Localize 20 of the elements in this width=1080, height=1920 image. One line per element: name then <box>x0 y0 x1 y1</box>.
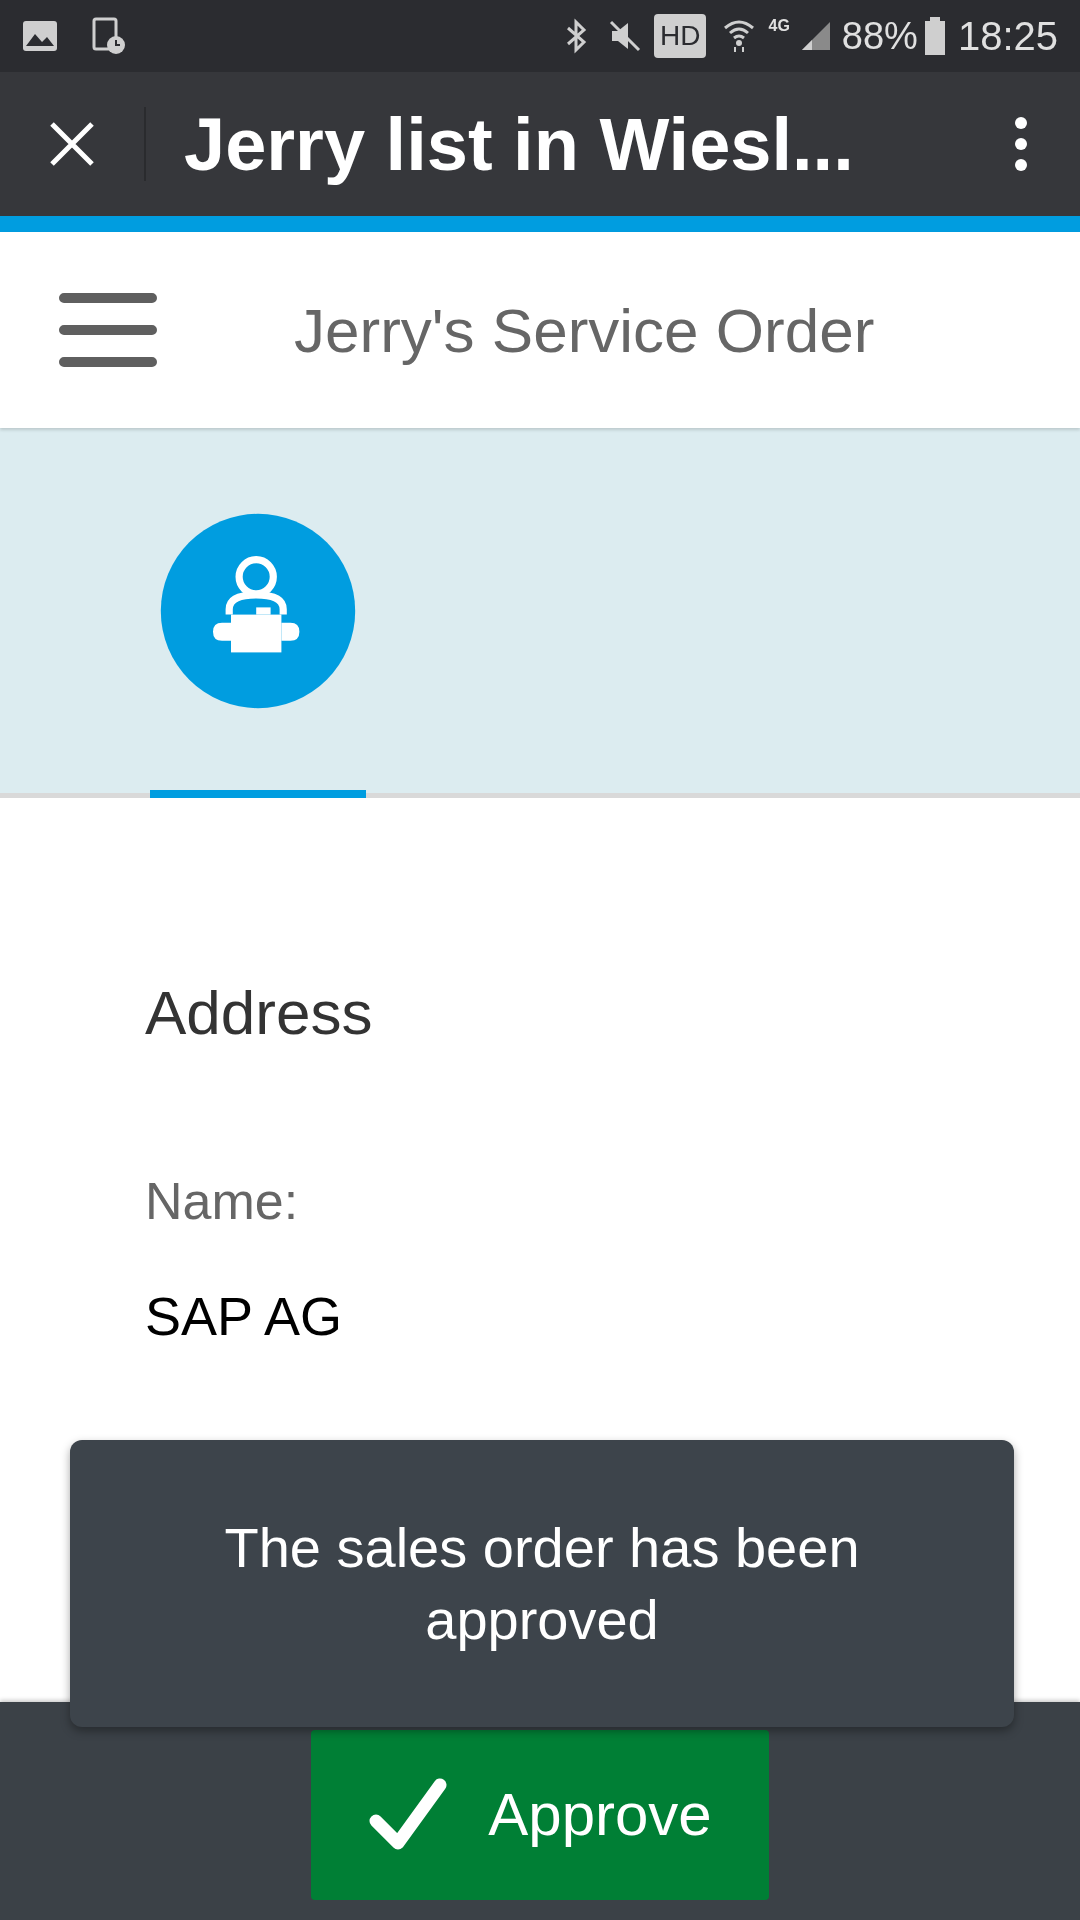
network-label: 4G <box>768 16 790 36</box>
more-icon <box>1014 116 1028 172</box>
menu-icon <box>58 292 158 368</box>
tablet-clock-icon <box>92 17 126 55</box>
section-title: Address <box>145 977 374 1049</box>
page-title: Jerry's Service Order <box>294 294 875 367</box>
approve-button[interactable]: Approve <box>311 1730 769 1900</box>
window-title: Jerry list in Wiesl... <box>184 101 855 188</box>
menu-button[interactable] <box>58 290 158 370</box>
clock: 18:25 <box>957 13 1058 60</box>
field-value: SAP AG <box>145 1285 344 1347</box>
battery-icon <box>923 17 946 55</box>
image-icon <box>22 20 58 52</box>
battery-percent: 88% <box>841 13 918 59</box>
mute-icon <box>608 19 643 53</box>
hd-badge: HD <box>654 14 707 58</box>
bluetooth-icon <box>564 18 589 54</box>
field-label: Name: <box>145 1171 300 1231</box>
toast-message: The sales order has been approved <box>223 1514 861 1653</box>
close-icon <box>48 120 96 168</box>
